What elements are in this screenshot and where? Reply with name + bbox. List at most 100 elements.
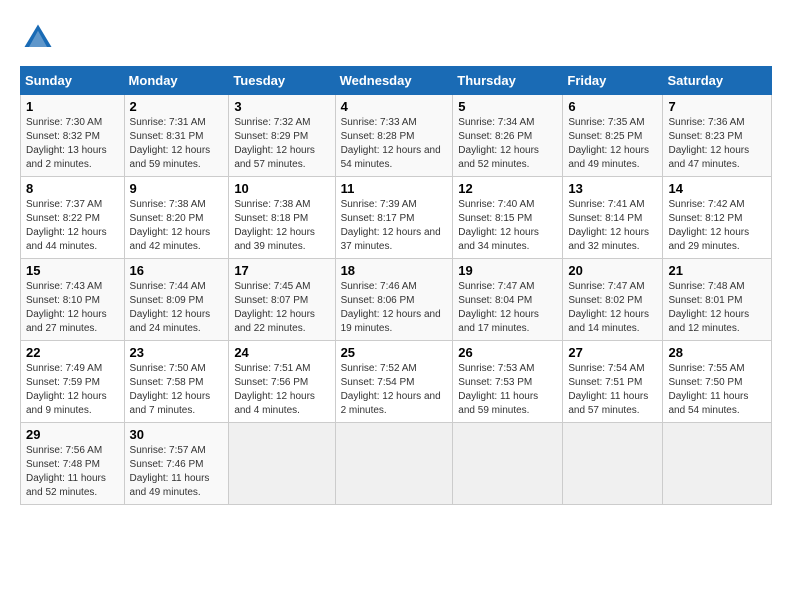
col-header-tuesday: Tuesday — [229, 67, 335, 95]
sunrise-text: Sunrise: 7:56 AM — [26, 444, 119, 458]
day-number: 16 — [130, 263, 224, 278]
sunset-text: Sunset: 8:12 PM — [668, 212, 766, 226]
day-number: 26 — [458, 345, 557, 360]
day-number: 15 — [26, 263, 119, 278]
day-info: Sunrise: 7:33 AM Sunset: 8:28 PM Dayligh… — [341, 116, 448, 172]
day-cell — [229, 423, 335, 505]
sunrise-text: Sunrise: 7:38 AM — [234, 198, 329, 212]
day-cell — [453, 423, 563, 505]
day-info: Sunrise: 7:37 AM Sunset: 8:22 PM Dayligh… — [26, 198, 119, 254]
day-cell — [335, 423, 453, 505]
daylight-text: Daylight: 11 hours and 52 minutes. — [26, 472, 119, 500]
sunrise-text: Sunrise: 7:36 AM — [668, 116, 766, 130]
sunset-text: Sunset: 8:31 PM — [130, 130, 224, 144]
sunrise-text: Sunrise: 7:47 AM — [458, 280, 557, 294]
day-info: Sunrise: 7:44 AM Sunset: 8:09 PM Dayligh… — [130, 280, 224, 336]
sunrise-text: Sunrise: 7:33 AM — [341, 116, 448, 130]
sunrise-text: Sunrise: 7:45 AM — [234, 280, 329, 294]
daylight-text: Daylight: 11 hours and 57 minutes. — [568, 390, 657, 418]
day-cell: 4 Sunrise: 7:33 AM Sunset: 8:28 PM Dayli… — [335, 95, 453, 177]
day-cell: 18 Sunrise: 7:46 AM Sunset: 8:06 PM Dayl… — [335, 259, 453, 341]
daylight-text: Daylight: 12 hours and 37 minutes. — [341, 226, 448, 254]
day-info: Sunrise: 7:47 AM Sunset: 8:04 PM Dayligh… — [458, 280, 557, 336]
daylight-text: Daylight: 13 hours and 2 minutes. — [26, 144, 119, 172]
sunrise-text: Sunrise: 7:34 AM — [458, 116, 557, 130]
day-info: Sunrise: 7:56 AM Sunset: 7:48 PM Dayligh… — [26, 444, 119, 500]
day-number: 17 — [234, 263, 329, 278]
day-info: Sunrise: 7:38 AM Sunset: 8:20 PM Dayligh… — [130, 198, 224, 254]
day-number: 14 — [668, 181, 766, 196]
day-number: 2 — [130, 99, 224, 114]
sunrise-text: Sunrise: 7:44 AM — [130, 280, 224, 294]
daylight-text: Daylight: 12 hours and 39 minutes. — [234, 226, 329, 254]
day-cell: 23 Sunrise: 7:50 AM Sunset: 7:58 PM Dayl… — [124, 341, 229, 423]
sunset-text: Sunset: 8:23 PM — [668, 130, 766, 144]
day-number: 7 — [668, 99, 766, 114]
daylight-text: Daylight: 12 hours and 54 minutes. — [341, 144, 448, 172]
sunset-text: Sunset: 8:22 PM — [26, 212, 119, 226]
sunrise-text: Sunrise: 7:51 AM — [234, 362, 329, 376]
daylight-text: Daylight: 12 hours and 17 minutes. — [458, 308, 557, 336]
sunset-text: Sunset: 8:28 PM — [341, 130, 448, 144]
day-cell: 15 Sunrise: 7:43 AM Sunset: 8:10 PM Dayl… — [21, 259, 125, 341]
daylight-text: Daylight: 12 hours and 29 minutes. — [668, 226, 766, 254]
day-number: 10 — [234, 181, 329, 196]
daylight-text: Daylight: 12 hours and 9 minutes. — [26, 390, 119, 418]
day-cell: 26 Sunrise: 7:53 AM Sunset: 7:53 PM Dayl… — [453, 341, 563, 423]
sunset-text: Sunset: 7:56 PM — [234, 376, 329, 390]
col-header-saturday: Saturday — [663, 67, 772, 95]
day-cell: 27 Sunrise: 7:54 AM Sunset: 7:51 PM Dayl… — [563, 341, 663, 423]
sunset-text: Sunset: 8:07 PM — [234, 294, 329, 308]
week-row-3: 8 Sunrise: 7:37 AM Sunset: 8:22 PM Dayli… — [21, 177, 772, 259]
daylight-text: Daylight: 12 hours and 42 minutes. — [130, 226, 224, 254]
col-header-monday: Monday — [124, 67, 229, 95]
day-info: Sunrise: 7:55 AM Sunset: 7:50 PM Dayligh… — [668, 362, 766, 418]
day-cell: 10 Sunrise: 7:38 AM Sunset: 8:18 PM Dayl… — [229, 177, 335, 259]
day-number: 29 — [26, 427, 119, 442]
daylight-text: Daylight: 12 hours and 44 minutes. — [26, 226, 119, 254]
sunrise-text: Sunrise: 7:31 AM — [130, 116, 224, 130]
sunset-text: Sunset: 8:20 PM — [130, 212, 224, 226]
day-cell: 14 Sunrise: 7:42 AM Sunset: 8:12 PM Dayl… — [663, 177, 772, 259]
sunrise-text: Sunrise: 7:37 AM — [26, 198, 119, 212]
daylight-text: Daylight: 12 hours and 7 minutes. — [130, 390, 224, 418]
day-cell: 5 Sunrise: 7:34 AM Sunset: 8:26 PM Dayli… — [453, 95, 563, 177]
day-number: 28 — [668, 345, 766, 360]
day-info: Sunrise: 7:52 AM Sunset: 7:54 PM Dayligh… — [341, 362, 448, 418]
sunset-text: Sunset: 7:48 PM — [26, 458, 119, 472]
day-cell: 19 Sunrise: 7:47 AM Sunset: 8:04 PM Dayl… — [453, 259, 563, 341]
day-number: 11 — [341, 181, 448, 196]
sunrise-text: Sunrise: 7:52 AM — [341, 362, 448, 376]
sunset-text: Sunset: 8:14 PM — [568, 212, 657, 226]
day-info: Sunrise: 7:35 AM Sunset: 8:25 PM Dayligh… — [568, 116, 657, 172]
day-info: Sunrise: 7:42 AM Sunset: 8:12 PM Dayligh… — [668, 198, 766, 254]
day-number: 3 — [234, 99, 329, 114]
daylight-text: Daylight: 12 hours and 2 minutes. — [341, 390, 448, 418]
day-number: 25 — [341, 345, 448, 360]
day-number: 22 — [26, 345, 119, 360]
day-cell: 28 Sunrise: 7:55 AM Sunset: 7:50 PM Dayl… — [663, 341, 772, 423]
sunset-text: Sunset: 7:58 PM — [130, 376, 224, 390]
day-cell: 11 Sunrise: 7:39 AM Sunset: 8:17 PM Dayl… — [335, 177, 453, 259]
day-info: Sunrise: 7:46 AM Sunset: 8:06 PM Dayligh… — [341, 280, 448, 336]
sunset-text: Sunset: 8:29 PM — [234, 130, 329, 144]
day-cell: 9 Sunrise: 7:38 AM Sunset: 8:20 PM Dayli… — [124, 177, 229, 259]
day-number: 5 — [458, 99, 557, 114]
day-number: 9 — [130, 181, 224, 196]
day-info: Sunrise: 7:43 AM Sunset: 8:10 PM Dayligh… — [26, 280, 119, 336]
day-info: Sunrise: 7:38 AM Sunset: 8:18 PM Dayligh… — [234, 198, 329, 254]
sunrise-text: Sunrise: 7:48 AM — [668, 280, 766, 294]
day-info: Sunrise: 7:47 AM Sunset: 8:02 PM Dayligh… — [568, 280, 657, 336]
sunrise-text: Sunrise: 7:53 AM — [458, 362, 557, 376]
daylight-text: Daylight: 12 hours and 19 minutes. — [341, 308, 448, 336]
col-header-thursday: Thursday — [453, 67, 563, 95]
sunset-text: Sunset: 8:26 PM — [458, 130, 557, 144]
logo-icon — [20, 20, 56, 56]
sunset-text: Sunset: 8:17 PM — [341, 212, 448, 226]
sunrise-text: Sunrise: 7:46 AM — [341, 280, 448, 294]
sunset-text: Sunset: 7:51 PM — [568, 376, 657, 390]
day-info: Sunrise: 7:41 AM Sunset: 8:14 PM Dayligh… — [568, 198, 657, 254]
day-number: 27 — [568, 345, 657, 360]
sunset-text: Sunset: 7:59 PM — [26, 376, 119, 390]
calendar-header-row: SundayMondayTuesdayWednesdayThursdayFrid… — [21, 67, 772, 95]
